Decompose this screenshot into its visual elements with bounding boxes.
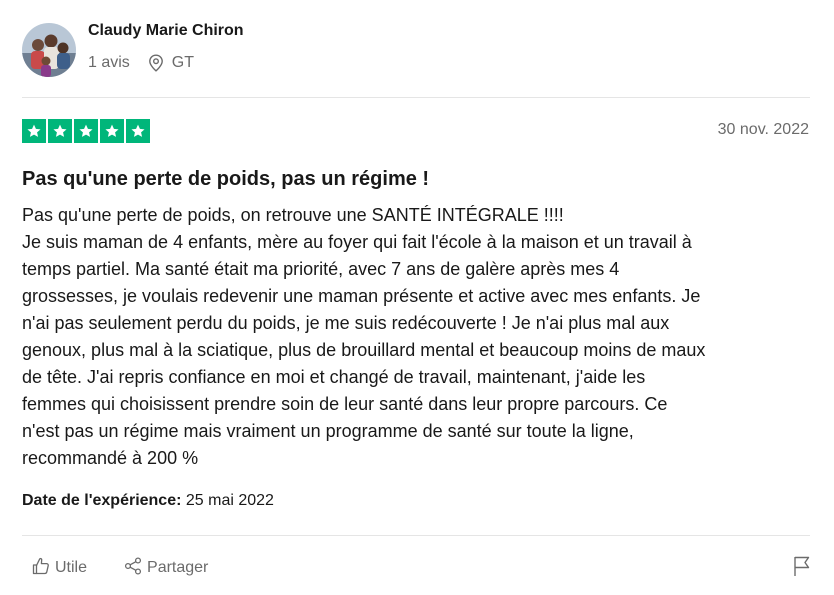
review-body-line: Pas qu'une perte de poids, on retrouve u… — [22, 205, 564, 225]
avatar[interactable] — [22, 23, 76, 77]
review-body-line: temps partiel. Ma santé était ma priorit… — [22, 259, 620, 279]
flag-icon — [792, 554, 812, 583]
review-body-line: genoux, plus mal à la sciatique, plus de… — [22, 340, 706, 360]
review-body-line: n'est pas un régime mais vraiment un pro… — [22, 421, 634, 441]
share-label: Partager — [147, 559, 209, 576]
review-body-line: de tête. J'ai repris confiance en moi et… — [22, 367, 646, 387]
consumer-header: Claudy Marie Chiron 1 avis GT — [22, 20, 244, 80]
share-icon — [123, 556, 147, 581]
review-title[interactable]: Pas qu'une perte de poids, pas un régime… — [22, 167, 429, 191]
review-body-line: Je suis maman de 4 enfants, mère au foye… — [22, 232, 692, 252]
review-body-line: femmes qui choisissent prendre soin de l… — [22, 394, 668, 414]
map-pin-icon — [148, 54, 164, 72]
useful-button[interactable]: Utile — [31, 556, 87, 581]
star-icon — [74, 119, 98, 143]
review-card: Claudy Marie Chiron 1 avis GT 30 nov. 20… — [0, 0, 834, 595]
consumer-meta: 1 avis GT — [88, 53, 244, 73]
share-button[interactable]: Partager — [123, 556, 208, 581]
review-count: 1 avis — [88, 54, 130, 71]
actions-divider — [22, 535, 810, 536]
review-body-line: recommandé à 200 % — [22, 448, 199, 468]
useful-label: Utile — [55, 559, 88, 576]
star-icon — [100, 119, 124, 143]
header-divider — [22, 97, 810, 98]
experience-date-value: 25 mai 2022 — [185, 492, 274, 509]
thumbs-up-icon — [31, 556, 55, 581]
consumer-name[interactable]: Claudy Marie Chiron — [88, 21, 244, 41]
consumer-info: Claudy Marie Chiron 1 avis GT — [88, 22, 244, 73]
review-body-line: grossesses, je voulais redevenir une mam… — [22, 286, 701, 306]
star-rating — [22, 119, 150, 143]
star-icon — [48, 119, 72, 143]
experience-date: Date de l'expérience: 25 mai 2022 — [22, 491, 274, 511]
review-body: Pas qu'une perte de poids, on retrouve u… — [22, 202, 812, 472]
review-body-line: n'ai pas seulement perdu du poids, je me… — [22, 313, 670, 333]
report-button[interactable] — [792, 554, 812, 583]
consumer-country: GT — [171, 54, 195, 71]
star-icon — [126, 119, 150, 143]
experience-date-label: Date de l'expérience: — [22, 492, 182, 509]
star-icon — [22, 119, 46, 143]
review-actions: Utile Partager — [22, 556, 812, 580]
review-date: 30 nov. 2022 — [717, 121, 809, 138]
